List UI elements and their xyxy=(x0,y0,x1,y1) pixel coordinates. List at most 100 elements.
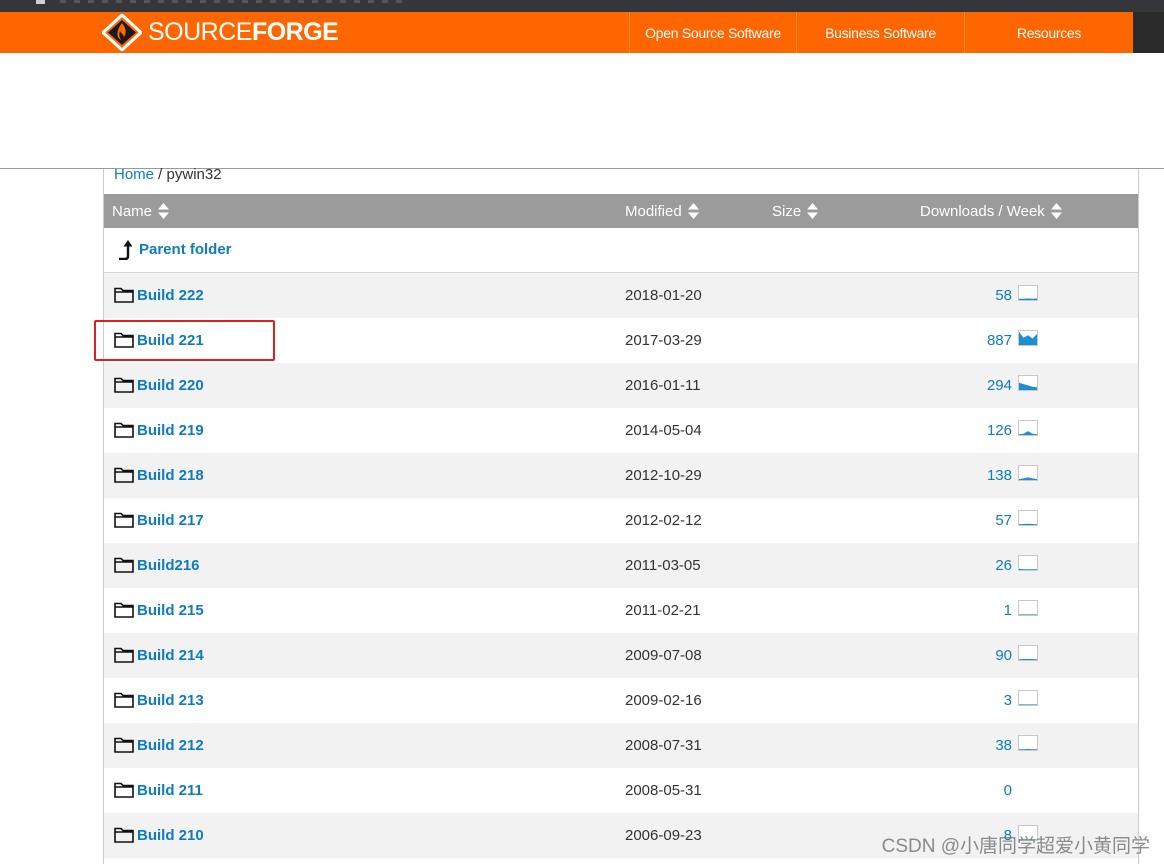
table-row: Build 217 2012-02-12 57 xyxy=(104,498,1138,543)
folder-icon xyxy=(114,737,134,753)
sourceforge-logo[interactable]: SOURCEFORGE xyxy=(102,14,339,51)
table-row: Build 222 2018-01-20 58 xyxy=(104,273,1138,318)
modified-date: 2014-05-04 xyxy=(625,422,702,439)
downloads-sparkline-icon[interactable] xyxy=(1018,600,1038,616)
folder-icon xyxy=(114,332,134,348)
downloads-count-link[interactable]: 90 xyxy=(995,647,1012,664)
browser-address-bar xyxy=(0,0,1164,12)
modified-date: 2012-10-29 xyxy=(625,467,702,484)
downloads-sparkline-icon[interactable] xyxy=(1018,375,1038,391)
downloads-count-link[interactable]: 1 xyxy=(1004,602,1012,619)
modified-date: 2016-01-11 xyxy=(625,377,701,394)
downloads-count-link[interactable]: 0 xyxy=(1004,782,1012,799)
folder-icon xyxy=(114,467,134,483)
nav-resources[interactable]: Resources xyxy=(964,12,1133,53)
folder-link[interactable]: Build 221 xyxy=(137,332,204,349)
table-row: Build 211 2008-05-31 0 xyxy=(104,768,1138,813)
up-arrow-icon xyxy=(119,240,132,260)
downloads-count-link[interactable]: 294 xyxy=(987,377,1012,394)
modified-date: 2008-05-31 xyxy=(625,782,702,799)
modified-date: 2008-07-31 xyxy=(625,737,702,754)
sourceforge-diamond-icon xyxy=(102,14,142,51)
modified-date: 2011-02-21 xyxy=(625,602,701,619)
folder-icon xyxy=(114,692,134,708)
folder-link[interactable]: Build 214 xyxy=(137,647,204,664)
downloads-sparkline-icon[interactable] xyxy=(1018,420,1038,436)
downloads-count-link[interactable]: 38 xyxy=(995,737,1012,754)
folder-icon xyxy=(114,512,134,528)
logo-text: SOURCEFORGE xyxy=(148,18,339,46)
folder-icon xyxy=(114,287,134,303)
tab-icon xyxy=(36,0,45,4)
modified-date: 2009-02-16 xyxy=(625,692,702,709)
folder-link[interactable]: Build 211 xyxy=(137,782,203,799)
folder-link[interactable]: Build 220 xyxy=(137,377,204,394)
downloads-sparkline-icon[interactable] xyxy=(1018,330,1038,346)
table-row: Build 218 2012-10-29 138 xyxy=(104,453,1138,498)
modified-date: 2018-01-20 xyxy=(625,287,702,304)
folder-icon xyxy=(114,647,134,663)
folder-link[interactable]: Build 218 xyxy=(137,467,204,484)
folder-icon xyxy=(114,422,134,438)
modified-date: 2006-09-23 xyxy=(625,827,702,844)
nav-business-software[interactable]: Business Software xyxy=(796,12,964,53)
sort-icon xyxy=(807,203,819,219)
downloads-sparkline-icon[interactable] xyxy=(1018,645,1038,661)
folder-link[interactable]: Build 222 xyxy=(137,287,204,304)
modified-date: 2012-02-12 xyxy=(625,512,702,529)
modified-date: 2017-03-29 xyxy=(625,332,702,349)
downloads-count-link[interactable]: 58 xyxy=(995,287,1012,304)
folder-icon xyxy=(114,827,134,843)
downloads-sparkline-icon[interactable] xyxy=(1018,510,1038,526)
downloads-count-link[interactable]: 126 xyxy=(987,422,1012,439)
table-row: Build 221 2017-03-29 887 xyxy=(104,318,1138,363)
breadcrumb-current: pywin32 xyxy=(166,166,222,183)
folder-icon xyxy=(114,377,134,393)
breadcrumb-home-link[interactable]: Home xyxy=(114,166,154,183)
column-header-modified[interactable]: Modified xyxy=(625,194,699,228)
table-row: Build 220 2016-01-11 294 xyxy=(104,363,1138,408)
table-row: Build 219 2014-05-04 126 xyxy=(104,408,1138,453)
address-bar-text xyxy=(60,0,410,3)
downloads-sparkline-icon[interactable] xyxy=(1018,285,1038,301)
modified-date: 2009-07-08 xyxy=(625,647,702,664)
files-table: Name Modified Size Downloads / Week Pare… xyxy=(103,169,1139,864)
folder-link[interactable]: Build216 xyxy=(137,557,200,574)
downloads-count-link[interactable]: 3 xyxy=(1004,692,1012,709)
site-header: SOURCEFORGE Open Source Software Busines… xyxy=(0,12,1164,53)
folder-link[interactable]: Build 210 xyxy=(137,827,204,844)
table-header: Name Modified Size Downloads / Week xyxy=(104,194,1138,228)
folder-link[interactable]: Build 213 xyxy=(137,692,204,709)
folder-link[interactable]: Build 217 xyxy=(137,512,204,529)
column-header-size[interactable]: Size xyxy=(772,194,819,228)
nav-open-source-software[interactable]: Open Source Software xyxy=(629,12,796,53)
table-row: Build216 2011-03-05 26 xyxy=(104,543,1138,588)
folder-icon xyxy=(114,782,134,798)
table-row: Build 212 2008-07-31 38 xyxy=(104,723,1138,768)
folder-link[interactable]: Build 212 xyxy=(137,737,204,754)
downloads-count-link[interactable]: 57 xyxy=(995,512,1012,529)
sort-icon xyxy=(158,203,170,219)
breadcrumb-separator: / xyxy=(154,166,167,183)
breadcrumb: Home / pywin32 xyxy=(114,166,222,183)
parent-folder-link[interactable]: Parent folder xyxy=(139,241,232,258)
downloads-sparkline-icon[interactable] xyxy=(1018,465,1038,481)
table-row: Build 215 2011-02-21 1 xyxy=(104,588,1138,633)
downloads-sparkline-icon[interactable] xyxy=(1018,555,1038,571)
folder-icon xyxy=(114,602,134,618)
header-right-edge xyxy=(1133,12,1164,53)
folder-link[interactable]: Build 215 xyxy=(137,602,204,619)
downloads-sparkline-icon[interactable] xyxy=(1018,735,1038,751)
sort-icon xyxy=(1050,203,1062,219)
column-header-downloads[interactable]: Downloads / Week xyxy=(920,194,1062,228)
csdn-watermark: CSDN @小唐同学超爱小黄同学 xyxy=(881,836,1150,857)
parent-folder-row[interactable]: Parent folder xyxy=(104,228,1138,273)
downloads-count-link[interactable]: 887 xyxy=(987,332,1012,349)
column-header-name[interactable]: Name xyxy=(112,194,170,228)
table-row: Build 213 2009-02-16 3 xyxy=(104,678,1138,723)
downloads-sparkline-icon[interactable] xyxy=(1018,690,1038,706)
folder-link[interactable]: Build 219 xyxy=(137,422,204,439)
downloads-count-link[interactable]: 138 xyxy=(987,467,1012,484)
folder-icon xyxy=(114,557,134,573)
downloads-count-link[interactable]: 26 xyxy=(995,557,1012,574)
